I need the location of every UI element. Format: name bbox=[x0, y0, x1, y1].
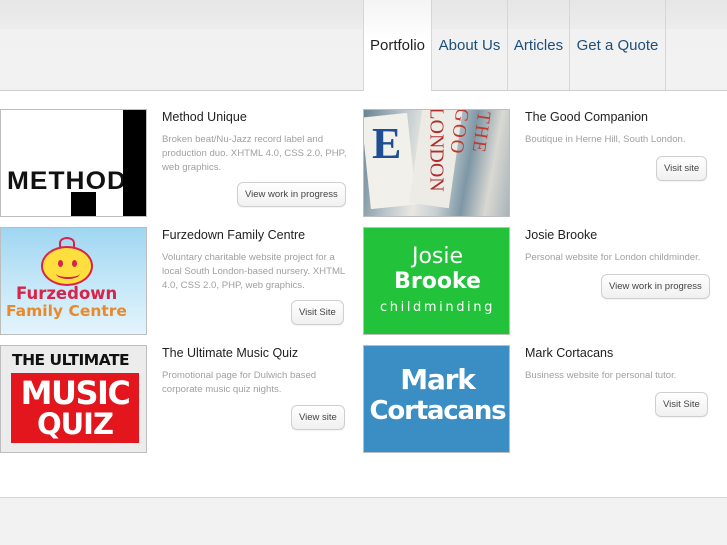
josie-brooke-thumbnail[interactable]: Josie Brooke childminding bbox=[363, 227, 510, 335]
portfolio-item-mark-cortacans: Mark Cortacans Mark Cortacans Business w… bbox=[363, 345, 727, 455]
visit-site-button[interactable]: Visit Site bbox=[655, 392, 708, 417]
smiley-mouth bbox=[56, 268, 80, 279]
nav-articles[interactable]: Articles bbox=[508, 0, 570, 90]
portfolio-item-description: Voluntary charitable website project for… bbox=[162, 252, 345, 291]
site-footer bbox=[0, 497, 727, 545]
view-work-in-progress-button[interactable]: View work in progress bbox=[237, 182, 346, 207]
portfolio-item-title: The Ultimate Music Quiz bbox=[162, 346, 299, 360]
magazine-letter: E bbox=[372, 119, 402, 168]
visit-site-button[interactable]: Visit Site bbox=[291, 300, 344, 325]
good-companion-thumbnail[interactable]: E LONDON THE GOO bbox=[363, 109, 510, 217]
smiley-eye bbox=[72, 260, 77, 267]
portfolio-item-description: Business website for personal tutor. bbox=[525, 370, 677, 381]
brooke-logo-text: Brooke bbox=[394, 269, 481, 294]
portfolio-item-title: Mark Cortacans bbox=[525, 346, 614, 360]
music-quiz-thumbnail[interactable]: THE ULTIMATE MUSIC QUIZ bbox=[0, 345, 147, 453]
method-logo-bar bbox=[123, 110, 146, 216]
portfolio-item-josie-brooke: Josie Brooke childminding Josie Brooke P… bbox=[363, 227, 727, 337]
smiley-face-icon bbox=[41, 246, 93, 286]
portfolio-item-method-unique: METHOD Method Unique Broken beat/Nu-Jazz… bbox=[0, 109, 364, 219]
logo-word-family: Family bbox=[6, 302, 64, 320]
smiley-eye bbox=[58, 260, 63, 267]
furzedown-thumbnail[interactable]: Furzedown Family Centre bbox=[0, 227, 147, 335]
childminding-logo-text: childminding bbox=[380, 300, 495, 315]
mark-logo-text: Mark bbox=[400, 363, 476, 396]
logo-word-centre: Centre bbox=[68, 302, 127, 320]
portfolio-item-description: Broken beat/Nu-Jazz record label and pro… bbox=[162, 134, 347, 173]
main-nav: Portfolio About Us Articles Get a Quote bbox=[363, 0, 666, 91]
view-work-in-progress-button[interactable]: View work in progress bbox=[601, 274, 710, 299]
method-logo-block bbox=[71, 192, 96, 216]
portfolio-item-title: Josie Brooke bbox=[525, 228, 598, 242]
method-unique-thumbnail[interactable]: METHOD bbox=[0, 109, 147, 217]
portfolio-item-description: Boutique in Herne Hill, South London. bbox=[525, 134, 686, 145]
portfolio-item-description: Promotional page for Dulwich based corpo… bbox=[162, 370, 317, 395]
family-centre-logo-text: Family Centre bbox=[6, 302, 127, 320]
portfolio-item-title: Furzedown Family Centre bbox=[162, 228, 306, 242]
quiz-logo-text: QUIZ bbox=[36, 407, 114, 441]
furzedown-logo-text: Furzedown bbox=[16, 284, 118, 303]
portfolio-item-description: Personal website for London childminder. bbox=[525, 252, 701, 263]
josie-logo-text: Josie bbox=[411, 244, 464, 269]
music-quiz-logo-box: MUSIC QUIZ bbox=[11, 373, 139, 443]
music-logo-text: MUSIC bbox=[20, 374, 131, 412]
site-header: Portfolio About Us Articles Get a Quote bbox=[0, 0, 727, 91]
portfolio-item-title: The Good Companion bbox=[525, 110, 648, 124]
method-logo-text: METHOD bbox=[7, 167, 128, 195]
portfolio-item-good-companion: E LONDON THE GOO The Good Companion Bout… bbox=[363, 109, 727, 219]
view-site-button[interactable]: View site bbox=[291, 405, 345, 430]
the-ultimate-logo-text: THE ULTIMATE bbox=[12, 351, 130, 369]
nav-about-us[interactable]: About Us bbox=[432, 0, 508, 90]
cortacans-logo-text: Cortacans bbox=[369, 396, 507, 426]
portfolio-item-title: Method Unique bbox=[162, 110, 247, 124]
nav-portfolio[interactable]: Portfolio bbox=[363, 0, 432, 91]
mark-cortacans-thumbnail[interactable]: Mark Cortacans bbox=[363, 345, 510, 453]
nav-get-a-quote[interactable]: Get a Quote bbox=[570, 0, 666, 90]
portfolio-item-music-quiz: THE ULTIMATE MUSIC QUIZ The Ultimate Mus… bbox=[0, 345, 364, 455]
visit-site-button[interactable]: Visit site bbox=[656, 156, 708, 181]
portfolio-item-furzedown: Furzedown Family Centre Furzedown Family… bbox=[0, 227, 364, 337]
